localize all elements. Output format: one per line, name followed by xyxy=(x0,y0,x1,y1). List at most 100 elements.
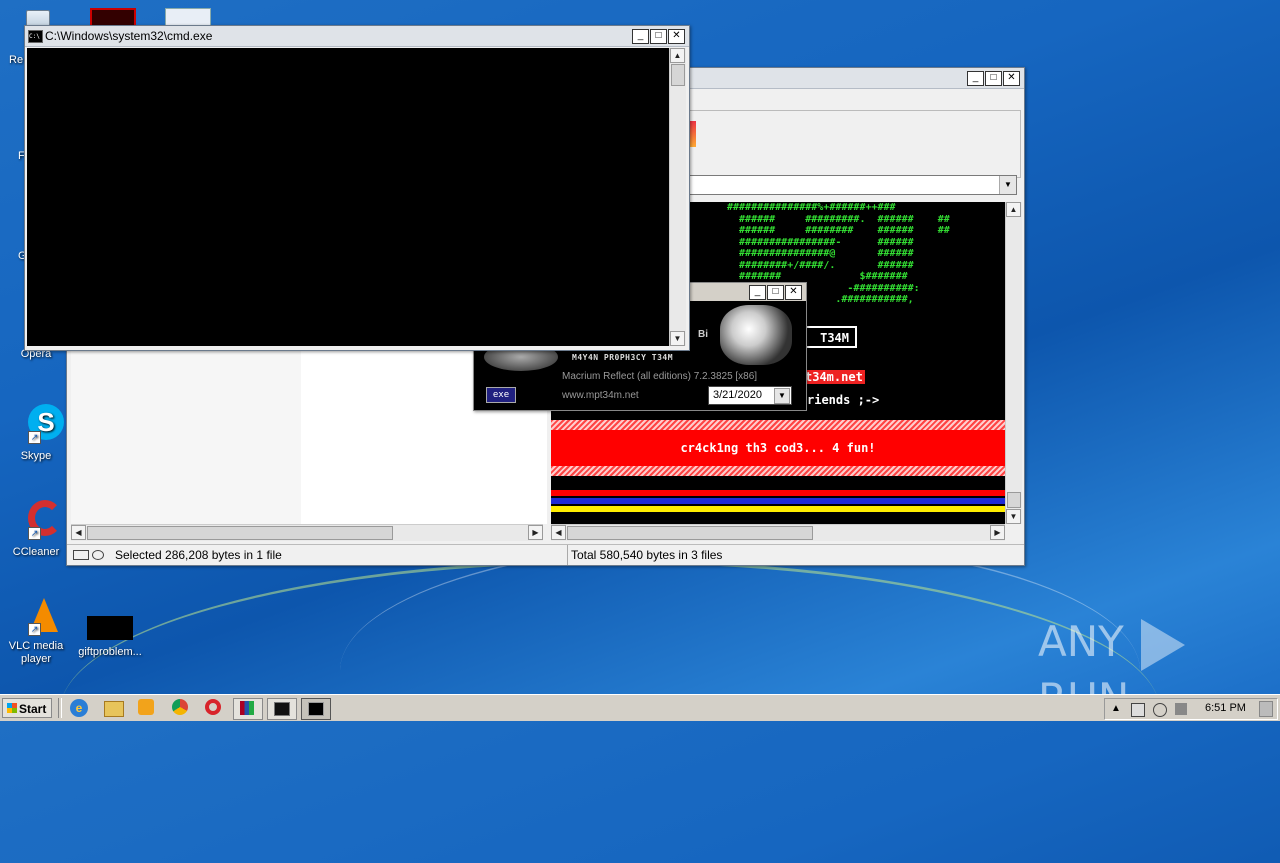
clock[interactable]: 6:51 PM xyxy=(1205,702,1246,714)
cmd-titlebar[interactable]: C:\ C:\Windows\system32\cmd.exe _ □ ✕ xyxy=(25,26,689,47)
system-tray: ▲ 6:51 PM xyxy=(1104,698,1278,720)
date-value: 3/21/2020 xyxy=(713,389,762,401)
minimize-button[interactable]: _ xyxy=(967,71,984,86)
start-button[interactable]: Start xyxy=(2,698,52,718)
watermark: ANY RUN xyxy=(1038,614,1280,723)
scroll-thumb[interactable] xyxy=(671,64,685,86)
opera-icon[interactable] xyxy=(205,699,221,715)
ascii-line: ################- ###### xyxy=(727,236,914,248)
hatch-stripe xyxy=(551,420,1005,430)
status-total: Total 580,540 bytes in 3 files xyxy=(571,548,723,562)
small-label: Bi xyxy=(698,329,708,340)
taskbar-cmd[interactable] xyxy=(301,698,331,720)
taskbar-keygen[interactable] xyxy=(267,698,297,720)
scroll-up-arrow[interactable]: ▲ xyxy=(1006,202,1021,217)
scroll-left-arrow[interactable]: ◀ xyxy=(551,525,566,540)
cmd-icon xyxy=(308,702,324,716)
close-button[interactable]: ✕ xyxy=(1003,71,1020,86)
desktop-icon-label: VLC media player xyxy=(8,640,64,665)
chevron-up-icon[interactable]: ▲ xyxy=(1111,703,1123,715)
scroll-down-arrow[interactable]: ▼ xyxy=(670,331,685,346)
stripe-red xyxy=(551,490,1005,496)
file-icon xyxy=(87,616,133,640)
product-name: Macrium Reflect (all editions) 7.2.3825 … xyxy=(562,371,758,382)
maximize-button[interactable]: □ xyxy=(767,285,784,300)
keygen-icon xyxy=(274,702,290,716)
scroll-up-arrow[interactable]: ▲ xyxy=(670,48,685,63)
desktop-icon-label: CCleaner xyxy=(12,546,60,558)
drive-icon xyxy=(73,549,109,560)
maximize-button[interactable]: □ xyxy=(650,29,667,44)
minimize-button[interactable]: _ xyxy=(749,285,766,300)
watermark-left: ANY xyxy=(1038,617,1124,666)
console-output[interactable] xyxy=(27,48,669,346)
wallpaper-swoosh xyxy=(340,540,1140,802)
ascii-line: ####### $####### xyxy=(727,271,908,282)
hatch-stripe xyxy=(551,466,1005,476)
ie-icon[interactable]: e xyxy=(70,699,88,717)
team-name: M4Y4N PR0PH3CY T34M xyxy=(572,353,674,362)
desktop-icon-label: Skype xyxy=(20,450,52,462)
exe-button[interactable]: exe xyxy=(486,387,516,403)
skull-logo-icon xyxy=(720,305,792,365)
vlc-icon: ↗ xyxy=(16,596,58,636)
date-picker[interactable]: 3/21/2020 ▼ xyxy=(708,386,792,405)
skype-icon: S ↗ xyxy=(16,404,64,444)
media-player-icon[interactable] xyxy=(138,699,154,715)
ascii-line: ###### #########. ###### ## xyxy=(727,213,950,225)
play-logo-icon xyxy=(1141,618,1186,671)
scroll-down-arrow[interactable]: ▼ xyxy=(1006,509,1021,524)
scroll-left-arrow[interactable]: ◀ xyxy=(71,525,86,540)
taskbar: Start e ▲ 6:51 PM xyxy=(0,694,1280,721)
cmd-window[interactable]: C:\ C:\Windows\system32\cmd.exe _ □ ✕ ▲ … xyxy=(24,25,690,351)
greeting-text: riends ;-> xyxy=(807,393,880,407)
ascii-line: ###############%+######++### xyxy=(727,202,896,213)
cmd-icon: C:\ xyxy=(28,30,43,43)
ascii-line: ###############@ ###### xyxy=(727,248,914,259)
cmd-vscroll[interactable]: ▲ ▼ xyxy=(669,48,686,346)
chrome-icon[interactable] xyxy=(172,699,188,715)
winrar-icon xyxy=(240,701,254,715)
start-label: Start xyxy=(19,702,47,716)
ascii-line: ########+/####/. ###### xyxy=(727,259,914,271)
status-selected: Selected 286,208 bytes in 1 file xyxy=(115,548,282,562)
chevron-down-icon[interactable]: ▼ xyxy=(774,388,790,404)
address-combo[interactable]: ▼ xyxy=(687,175,1017,195)
scroll-thumb[interactable] xyxy=(567,526,813,540)
desktop-icon-giftproblem[interactable]: giftproblem... xyxy=(75,616,145,658)
left-hscroll[interactable]: ◀ ▶ xyxy=(71,524,543,541)
scroll-thumb[interactable] xyxy=(1007,492,1021,508)
stripe-blue xyxy=(551,498,1005,504)
ascii-line: ###### ######## ###### ## xyxy=(727,225,950,236)
nfo-vscroll[interactable]: ▲ ▼ xyxy=(1005,202,1022,524)
site-url[interactable]: www.mpt34m.net xyxy=(562,390,639,401)
scroll-right-arrow[interactable]: ▶ xyxy=(528,525,543,540)
window-title: C:\Windows\system32\cmd.exe xyxy=(45,29,213,43)
volume-icon[interactable] xyxy=(1153,703,1167,717)
site-link[interactable]: t34m.net xyxy=(803,370,865,384)
keygen-titlebar[interactable]: _ □ ✕ xyxy=(690,283,806,301)
close-button[interactable]: ✕ xyxy=(668,29,685,44)
scroll-thumb[interactable] xyxy=(87,526,393,540)
scroll-right-arrow[interactable]: ▶ xyxy=(990,525,1005,540)
ccleaner-icon: ↗ xyxy=(16,500,62,540)
desktop-icon-label: giftproblem... xyxy=(78,646,142,658)
desktop-icon-ccleaner[interactable]: ↗ CCleaner xyxy=(1,500,71,558)
folder-icon[interactable] xyxy=(104,701,124,717)
stripe-yellow xyxy=(551,506,1005,512)
desktop-icon-vlc[interactable]: ↗ VLC media player xyxy=(1,596,71,666)
maximize-button[interactable]: □ xyxy=(985,71,1002,86)
chevron-down-icon[interactable]: ▼ xyxy=(999,176,1016,194)
nfo-hscroll[interactable]: ◀ ▶ xyxy=(551,524,1005,541)
banner: cr4ck1ng th3 cod3... 4 fun! xyxy=(551,430,1005,466)
desktop-icon-skype[interactable]: S ↗ Skype xyxy=(1,404,71,462)
toolbar-area xyxy=(687,110,1021,178)
close-button[interactable]: ✕ xyxy=(785,285,802,300)
status-bar: Selected 286,208 bytes in 1 file Total 5… xyxy=(67,544,1024,565)
show-desktop-button[interactable] xyxy=(1259,701,1273,717)
network-icon[interactable] xyxy=(1131,703,1145,717)
team-box: T34M xyxy=(801,326,857,348)
flag-icon[interactable] xyxy=(1175,703,1187,715)
taskbar-winrar[interactable] xyxy=(233,698,263,720)
minimize-button[interactable]: _ xyxy=(632,29,649,44)
